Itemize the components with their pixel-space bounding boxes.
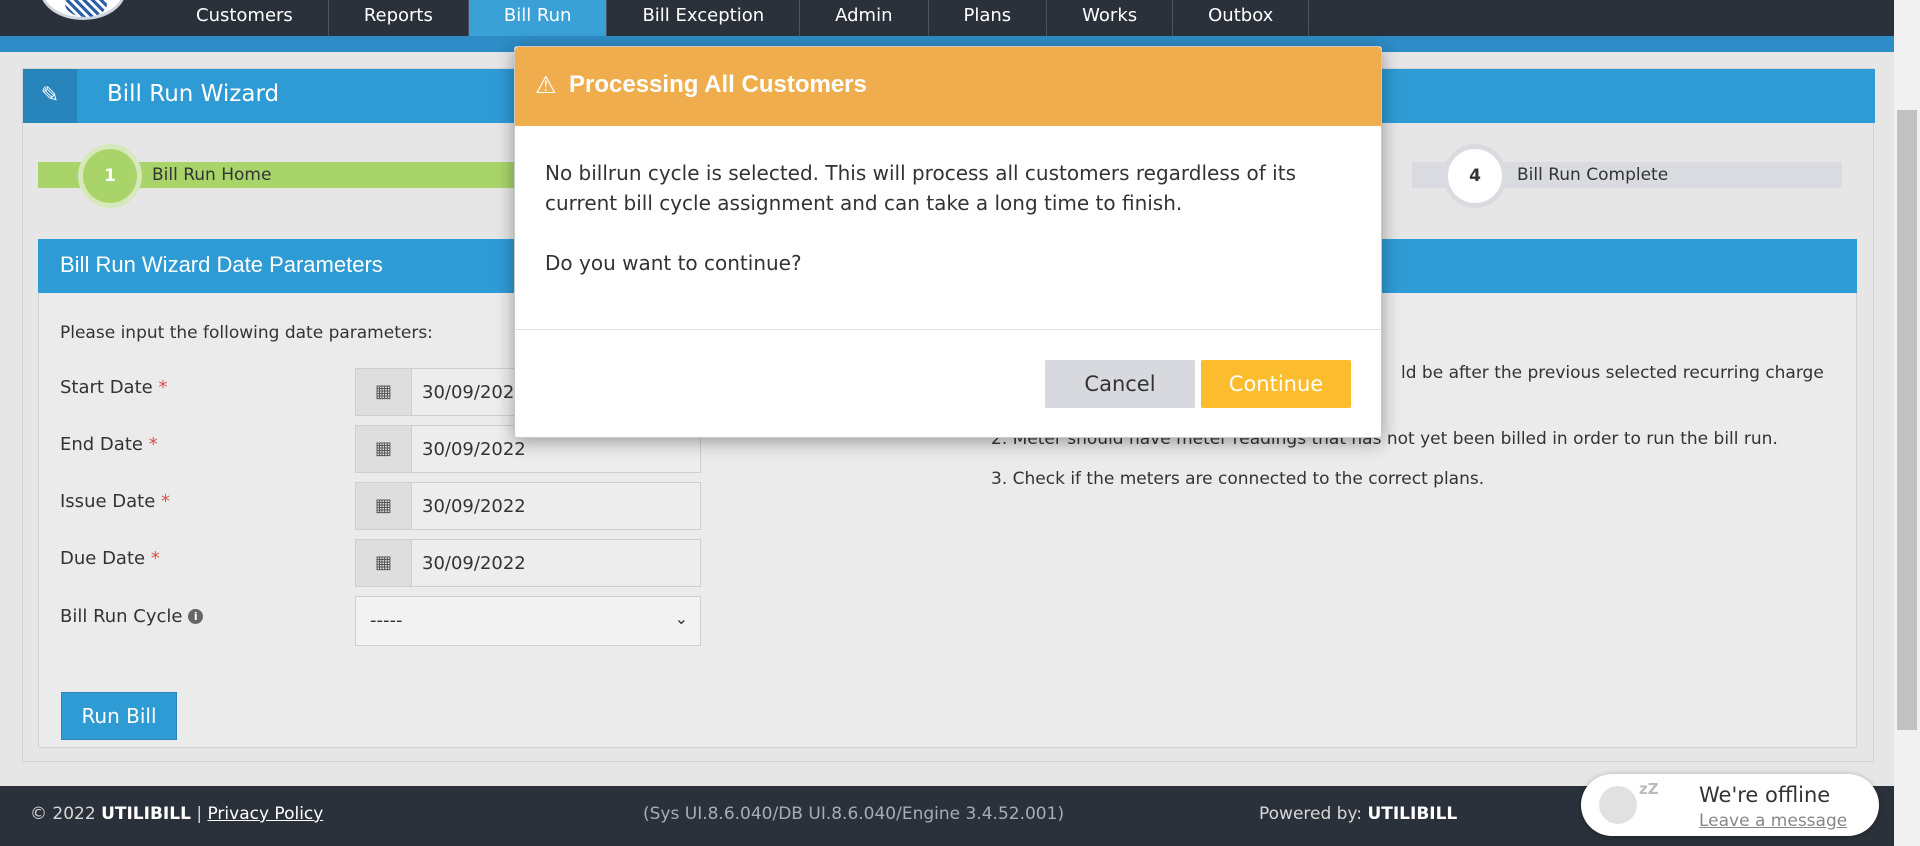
privacy-policy-link[interactable]: Privacy Policy [207,804,323,824]
cancel-button[interactable]: Cancel [1045,360,1195,408]
powered-by: Powered by: UTILIBILL [1259,804,1458,824]
required-mark: * [161,491,171,512]
page-scrollbar[interactable] [1894,0,1920,846]
step-1-label: Bill Run Home [152,165,272,185]
due-date-value: 30/09/2022 [422,553,526,574]
modal-header: ⚠ Processing All Customers [515,47,1381,126]
top-navbar: Customers Reports Bill Run Bill Exceptio… [0,0,1920,36]
modal-message-line-2: current bill cycle assignment and can ta… [545,191,1183,215]
nav-tab-plans[interactable]: Plans [929,0,1048,36]
issue-date-value: 30/09/2022 [422,496,526,517]
end-date-value: 30/09/2022 [422,439,526,460]
modal-message-line-1: No billrun cycle is selected. This will … [545,161,1296,185]
edit-icon: ✎ [23,69,77,123]
modal-title: Processing All Customers [569,71,867,98]
modal-divider [515,329,1381,330]
chevron-down-icon: ⌄ [674,609,688,628]
start-date-label: Start Date * [60,377,168,398]
note-3: 3. Check if the meters are connected to … [991,469,1485,489]
calendar-icon[interactable]: ▦ [356,369,412,415]
run-bill-button[interactable]: Run Bill [61,692,177,740]
nav-tab-customers[interactable]: Customers [161,0,329,36]
start-date-value: 30/09/2022 [422,382,526,403]
note-1: ld be after the previous selected recurr… [1401,363,1824,383]
end-date-label: End Date * [60,434,158,455]
issue-date-field[interactable]: ▦ 30/09/2022 [355,482,701,530]
step-4-circle[interactable]: 4 [1448,149,1502,203]
step-1-circle[interactable]: 1 [83,149,137,203]
processing-all-customers-modal: ⚠ Processing All Customers No billrun cy… [514,46,1382,438]
nav-tab-outbox[interactable]: Outbox [1173,0,1310,36]
scrollbar-thumb[interactable] [1897,110,1917,730]
chat-widget[interactable]: zZ We're offline Leave a message [1581,774,1879,836]
continue-button[interactable]: Continue [1201,360,1351,408]
due-date-field[interactable]: ▦ 30/09/2022 [355,539,701,587]
required-mark: * [150,548,160,569]
version-info: (Sys UI.8.6.040/DB UI.8.6.040/Engine 3.4… [643,804,1065,824]
step-4-label: Bill Run Complete [1517,165,1669,185]
modal-question: Do you want to continue? [545,251,802,275]
calendar-icon[interactable]: ▦ [356,483,412,529]
bill-run-cycle-label: Bill Run Cycle i [60,606,204,627]
chat-status: We're offline [1699,783,1831,807]
calendar-icon[interactable]: ▦ [356,540,412,586]
bill-run-cycle-value: ----- [370,610,403,631]
nav-tab-works[interactable]: Works [1047,0,1174,36]
nav-tabs: Customers Reports Bill Run Bill Exceptio… [161,0,1310,36]
due-date-label: Due Date * [60,548,160,569]
globe-icon [65,0,107,17]
panel-title: Bill Run Wizard [107,81,280,107]
app-logo[interactable] [40,0,126,20]
date-parameters-intro: Please input the following date paramete… [60,323,433,343]
issue-date-label: Issue Date * [60,491,171,512]
info-icon[interactable]: i [188,609,204,624]
nav-tab-admin[interactable]: Admin [800,0,929,36]
calendar-icon[interactable]: ▦ [356,426,412,472]
footer-copyright: © 2022 UTILIBILL | Privacy Policy [30,804,324,824]
bill-run-cycle-select[interactable]: ----- ⌄ [355,596,701,646]
required-mark: * [148,434,158,455]
nav-tab-reports[interactable]: Reports [329,0,469,36]
nav-tab-bill-exception[interactable]: Bill Exception [607,0,801,36]
sleeping-avatar-icon [1599,786,1637,824]
sleep-zz-icon: zZ [1639,780,1659,798]
warning-icon: ⚠ [535,71,557,99]
nav-tab-bill-run[interactable]: Bill Run [468,0,608,36]
leave-message-link[interactable]: Leave a message [1699,811,1847,831]
required-mark: * [158,377,168,398]
